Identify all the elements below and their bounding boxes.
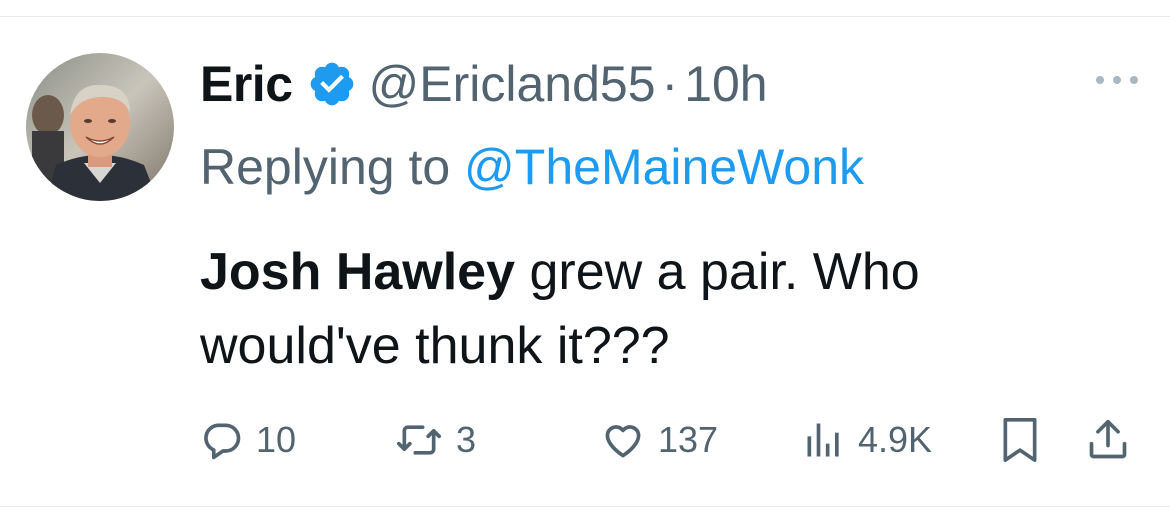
reply-mention-link[interactable]: @TheMaineWonk bbox=[464, 139, 864, 195]
bottom-divider bbox=[0, 506, 1170, 507]
bookmark-icon bbox=[998, 415, 1042, 465]
replying-prefix: Replying to bbox=[200, 139, 465, 195]
like-count: 137 bbox=[658, 419, 719, 460]
tweet-page: Eric @Ericland55 · 10h Replying to @TheM… bbox=[0, 0, 1170, 523]
retweet-count: 3 bbox=[456, 419, 477, 460]
share-button[interactable] bbox=[1086, 410, 1130, 470]
like-button[interactable]: 137 bbox=[600, 410, 718, 470]
views-chart-icon bbox=[802, 418, 846, 462]
retweet-icon bbox=[394, 418, 444, 462]
reply-button[interactable]: 10 bbox=[200, 410, 296, 470]
tweet-bold-text: Josh Hawley bbox=[200, 243, 516, 301]
verified-badge-icon bbox=[307, 59, 357, 109]
action-bar: 10 3 137 4.9K bbox=[0, 410, 1170, 470]
views-count: 4.9K bbox=[858, 419, 933, 460]
heart-icon bbox=[600, 418, 646, 462]
tweet-time[interactable]: 10h bbox=[684, 55, 767, 113]
top-divider bbox=[0, 16, 1170, 17]
more-options-icon[interactable] bbox=[1092, 70, 1142, 90]
retweet-button[interactable]: 3 bbox=[394, 410, 476, 470]
author-name[interactable]: Eric bbox=[200, 55, 293, 113]
bookmark-button[interactable] bbox=[998, 410, 1042, 470]
tweet-header: Eric @Ericland55 · 10h bbox=[200, 52, 768, 116]
reply-count: 10 bbox=[256, 419, 297, 460]
views-button[interactable]: 4.9K bbox=[802, 410, 932, 470]
tweet-text: Josh Hawley grew a pair. Who would've th… bbox=[200, 235, 1130, 383]
separator-dot: · bbox=[661, 56, 679, 112]
replying-to: Replying to @TheMaineWonk bbox=[200, 138, 864, 196]
avatar[interactable] bbox=[26, 53, 174, 201]
share-icon bbox=[1086, 415, 1130, 465]
reply-icon bbox=[200, 418, 244, 462]
author-handle[interactable]: @Ericland55 bbox=[369, 55, 656, 113]
